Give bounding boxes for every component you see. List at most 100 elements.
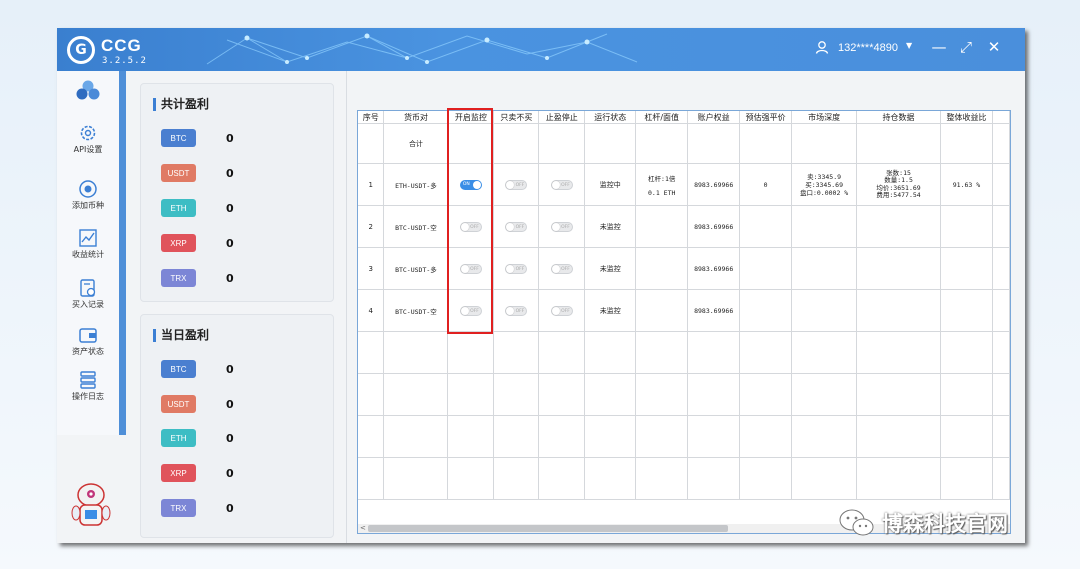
- coin-value: 0: [226, 467, 234, 480]
- coin-badge: TRX: [161, 499, 196, 517]
- monitor-cell: OFF: [447, 289, 495, 332]
- pair-cell: BTC-USDT-多: [383, 247, 449, 290]
- tp-stop-cell: OFF: [538, 289, 586, 332]
- sell-only-toggle[interactable]: OFF: [505, 221, 528, 232]
- status-cell: 未监控: [584, 205, 637, 248]
- coin-row-trx: TRX 0: [161, 269, 321, 289]
- coin-value: 0: [226, 132, 234, 145]
- coin-row-btc: BTC 0: [161, 129, 321, 149]
- coin-value: 0: [226, 432, 234, 445]
- take-profit-stop-toggle[interactable]: OFF: [550, 305, 573, 316]
- take-profit-stop-toggle[interactable]: OFF: [550, 179, 573, 190]
- coin-row-eth: ETH 0: [161, 429, 321, 449]
- col-header: 序号: [358, 111, 385, 124]
- table-row[interactable]: 3 BTC-USDT-多 OFF OFF OFF 未监控 8983.69966: [358, 247, 1010, 290]
- equity-cell: 8983.69966: [687, 205, 741, 248]
- col-header: [992, 111, 1010, 124]
- depth-cell: 卖:3345.9 买:3345.69 盘口:0.0002 %: [791, 163, 858, 206]
- daily-profit-panel: 当日盈利 BTC 0 USDT 0 ETH 0 XRP 0 TRX 0: [140, 314, 334, 538]
- coin-row-xrp: XRP 0: [161, 464, 321, 484]
- sidebar-item-assets[interactable]: 资产状态: [57, 325, 119, 357]
- sidebar-item-api[interactable]: API设置: [57, 123, 119, 155]
- coin-row-eth: ETH 0: [161, 199, 321, 219]
- chart-icon: [79, 229, 97, 247]
- maximize-button[interactable]: ⤢: [956, 38, 976, 56]
- sidebar-logo: [57, 79, 119, 104]
- app-version: 3.2.5.2: [102, 56, 147, 66]
- panel-title: 共计盈利: [153, 98, 209, 111]
- sidebar-item-stats[interactable]: 收益统计: [57, 228, 119, 260]
- col-header: 市场深度: [791, 111, 858, 124]
- sidebar-item-label: 资产状态: [72, 347, 104, 356]
- wallet-icon: [79, 328, 97, 343]
- coin-value: 0: [226, 167, 234, 180]
- coin-row-trx: TRX 0: [161, 499, 321, 519]
- pair-cell: BTC-USDT-空: [383, 289, 449, 332]
- col-header: 持仓数据: [856, 111, 941, 124]
- sidebar-item-logs[interactable]: 操作日志: [57, 370, 119, 402]
- status-cell: 未监控: [584, 289, 637, 332]
- status-cell: 未监控: [584, 247, 637, 290]
- sell-only-toggle[interactable]: OFF: [505, 305, 528, 316]
- coin-badge: TRX: [161, 269, 196, 287]
- add-coin-icon: [79, 180, 97, 198]
- equity-cell: 8983.69966: [687, 289, 741, 332]
- sidebar-item-label: API设置: [73, 145, 103, 154]
- chevron-down-icon[interactable]: ▼: [906, 41, 912, 50]
- status-cell: 监控中: [584, 163, 637, 206]
- row-index: 1: [358, 163, 385, 206]
- monitor-toggle[interactable]: OFF: [459, 305, 482, 316]
- col-header: 杠杆/面值: [635, 111, 689, 124]
- coin-badge: USDT: [161, 395, 196, 413]
- sidebar-item-label: 添加币种: [72, 201, 104, 210]
- user-account[interactable]: 132****4890: [838, 42, 898, 54]
- coin-row-xrp: XRP 0: [161, 234, 321, 254]
- leverage-cell: 杠杆:1倍 0.1 ETH: [635, 163, 689, 206]
- position-cell: 张数:15 数量:1.5 均价:3651.69 费用:5477.54: [856, 163, 941, 206]
- total-label: 合计: [383, 123, 449, 164]
- take-profit-stop-toggle[interactable]: OFF: [550, 263, 573, 274]
- pnl-ratio-cell: 91.63 %: [940, 163, 993, 206]
- sell-only-toggle[interactable]: OFF: [505, 179, 528, 190]
- row-index: 2: [358, 205, 385, 248]
- coin-badge: ETH: [161, 429, 196, 447]
- wechat-icon: [839, 509, 874, 536]
- scrollbar-thumb[interactable]: [368, 525, 728, 532]
- tp-stop-cell: OFF: [538, 205, 586, 248]
- coin-badge: BTC: [161, 129, 196, 147]
- log-icon: [80, 371, 96, 389]
- content-divider: [346, 71, 347, 543]
- row-index: 3: [358, 247, 385, 290]
- monitor-toggle[interactable]: OFF: [459, 221, 482, 232]
- coin-badge: XRP: [161, 234, 196, 252]
- col-header: 运行状态: [584, 111, 637, 124]
- col-header: 整体收益比: [940, 111, 993, 124]
- scroll-left-icon[interactable]: <: [360, 524, 366, 532]
- table-row[interactable]: 1 ETH-USDT-多 ON OFF OFF 监控中 杠杆:1倍 0.1 ET…: [358, 163, 1010, 206]
- monitor-toggle[interactable]: ON: [459, 179, 482, 190]
- monitor-toggle[interactable]: OFF: [459, 263, 482, 274]
- total-row: 合计: [358, 123, 1010, 164]
- table-row[interactable]: 4 BTC-USDT-空 OFF OFF OFF 未监控 8983.69966: [358, 289, 1010, 332]
- app-window: G CCG 3.2.5.2 132****4890 ▼ — ⤢ ✕ API设置: [57, 28, 1025, 543]
- sell-only-toggle[interactable]: OFF: [505, 263, 528, 274]
- coin-value: 0: [226, 202, 234, 215]
- minimize-button[interactable]: —: [929, 38, 949, 56]
- title-bar: G CCG 3.2.5.2 132****4890 ▼ — ⤢ ✕: [57, 28, 1025, 71]
- monitor-cell: OFF: [447, 205, 495, 248]
- coin-badge: USDT: [161, 164, 196, 182]
- title-decoration: [206, 33, 638, 65]
- sidebar-item-buy-records[interactable]: 买入记录: [57, 278, 119, 310]
- pair-cell: BTC-USDT-空: [383, 205, 449, 248]
- coin-value: 0: [226, 272, 234, 285]
- app-name: CCG: [101, 36, 142, 55]
- empty-row: [358, 373, 1010, 416]
- coin-badge: ETH: [161, 199, 196, 217]
- logo-dots-icon: [76, 80, 100, 100]
- close-button[interactable]: ✕: [984, 38, 1004, 56]
- sidebar-item-add-coin[interactable]: 添加币种: [57, 179, 119, 211]
- user-icon[interactable]: [815, 40, 829, 54]
- coin-value: 0: [226, 398, 234, 411]
- take-profit-stop-toggle[interactable]: OFF: [550, 221, 573, 232]
- table-row[interactable]: 2 BTC-USDT-空 OFF OFF OFF 未监控 8983.69966: [358, 205, 1010, 248]
